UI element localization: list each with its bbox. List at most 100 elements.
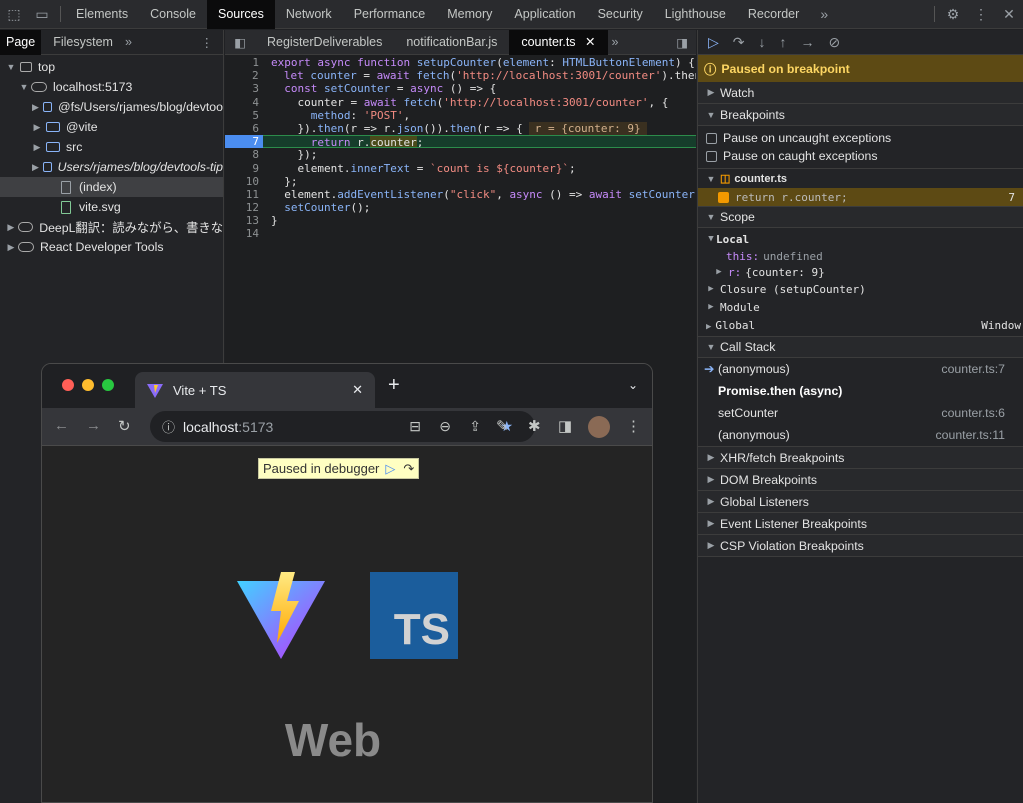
tab-page[interactable]: Page (0, 29, 42, 55)
chevron-right-icon[interactable]: ▶ (32, 102, 39, 113)
tree-item[interactable]: ▶ @fs/Users/rjames/blog/devtoo (0, 97, 223, 117)
section-scope[interactable]: ▼ Scope (698, 206, 1023, 228)
step-into-icon[interactable]: ↓ (759, 34, 766, 50)
device-toolbar-icon[interactable]: ▭ (28, 0, 56, 29)
scope-local[interactable]: ▼ Local (706, 230, 1023, 248)
tab-search-icon[interactable]: ⌄ (628, 378, 638, 392)
toggle-navigator-icon[interactable]: ◧ (225, 35, 255, 50)
chevron-down-icon[interactable]: ▼ (19, 82, 29, 92)
close-icon[interactable]: ✕ (995, 0, 1023, 29)
avatar[interactable] (588, 416, 610, 438)
step-icon[interactable]: → (801, 34, 815, 50)
browser-tab[interactable]: Vite + TS ✕ (135, 372, 375, 408)
chevron-down-icon[interactable]: ▼ (6, 62, 16, 72)
kebab-menu-icon[interactable]: ⋮ (967, 0, 995, 29)
line-number[interactable]: 2 (225, 69, 263, 82)
call-frame[interactable]: ➔ (anonymous) counter.ts:7 (698, 358, 1023, 380)
forward-icon[interactable]: → (86, 417, 101, 434)
tree-item[interactable]: ▶ React Developer Tools (0, 237, 223, 257)
chevron-right-icon[interactable]: ▶ (6, 242, 16, 253)
info-icon[interactable]: ⓘ (162, 417, 175, 436)
resume-icon[interactable]: ▷ (708, 34, 719, 51)
scope-module[interactable]: ▶ Module (706, 298, 1023, 316)
section-global-listeners[interactable]: ▶ Global Listeners (698, 491, 1023, 513)
tab-elements[interactable]: Elements (65, 0, 139, 29)
line-number[interactable]: 10 (225, 175, 263, 188)
translate-icon[interactable]: ⊟ (409, 418, 421, 435)
step-over-icon[interactable]: ↷ (733, 34, 745, 51)
more-tabs-icon[interactable]: » (810, 0, 838, 29)
chevron-right-icon[interactable]: ▶ (32, 122, 42, 133)
line-number[interactable]: 8 (225, 148, 263, 161)
tree-item[interactable]: ▶ @vite (0, 117, 223, 137)
more-tabs-icon[interactable]: » (125, 35, 132, 49)
close-icon[interactable]: ✕ (585, 35, 595, 49)
line-number[interactable]: 5 (225, 109, 263, 122)
close-window-button[interactable] (62, 379, 74, 391)
line-number[interactable]: 14 (225, 227, 263, 240)
line-number[interactable]: 4 (225, 96, 263, 109)
section-watch[interactable]: ▶ Watch (698, 82, 1023, 104)
step-out-icon[interactable]: ↑ (780, 34, 787, 50)
tab-notificationbar[interactable]: notificationBar.js (394, 30, 509, 55)
chevron-right-icon[interactable]: ▶ (32, 142, 42, 153)
line-number[interactable]: 12 (225, 201, 263, 214)
resume-icon[interactable]: ▷ (385, 461, 395, 477)
call-frame[interactable]: Promise.then (async) (698, 380, 1023, 402)
section-call-stack[interactable]: ▼ Call Stack (698, 336, 1023, 358)
tree-item[interactable]: (index) (0, 177, 223, 197)
reload-icon[interactable]: ↻ (118, 417, 131, 435)
kebab-menu-icon[interactable]: ⋮ (626, 417, 641, 435)
inspect-element-icon[interactable]: ⬚ (0, 0, 28, 29)
more-tabs-icon[interactable]: » (612, 35, 619, 49)
kebab-menu-icon[interactable]: ⋮ (201, 35, 214, 50)
chevron-right-icon[interactable]: ▶ (6, 222, 16, 233)
line-number[interactable]: 6 (225, 122, 263, 135)
call-frame[interactable]: setCounter counter.ts:6 (698, 402, 1023, 424)
tab-performance[interactable]: Performance (343, 0, 437, 29)
tree-item[interactable]: ▶ Users/rjames/blog/devtools-tip (0, 157, 223, 177)
section-breakpoints[interactable]: ▼ Breakpoints (698, 104, 1023, 126)
tab-sources[interactable]: Sources (206, 0, 275, 29)
minimize-window-button[interactable] (82, 379, 94, 391)
section-dom-breakpoints[interactable]: ▶ DOM Breakpoints (698, 469, 1023, 491)
tab-network[interactable]: Network (275, 0, 343, 29)
code-editor[interactable]: 1 export async function setupCounter(elem… (225, 56, 696, 241)
address-bar[interactable]: ⓘ localhost:5173 ⊟ ⊖ ⇪ ★ (150, 411, 535, 442)
back-icon[interactable]: ← (54, 417, 69, 434)
section-csp-violation-breakpoints[interactable]: ▶ CSP Violation Breakpoints (698, 535, 1023, 557)
tree-item[interactable]: ▼ top (0, 57, 223, 77)
step-over-icon[interactable]: ↷ (403, 461, 414, 477)
share-icon[interactable]: ⇪ (469, 418, 481, 435)
chevron-right-icon[interactable]: ▶ (32, 162, 39, 173)
scope-closure[interactable]: ▶ Closure (setupCounter) (706, 280, 1023, 298)
scope-this[interactable]: this: undefined (706, 248, 1023, 264)
zoom-out-icon[interactable]: ⊖ (439, 418, 451, 435)
line-number[interactable]: 13 (225, 214, 263, 227)
toggle-debugger-icon[interactable]: ◨ (676, 35, 688, 50)
breakpoint-file-group[interactable]: ▼ ◫ counter.ts (698, 168, 1023, 188)
tab-security[interactable]: Security (587, 0, 654, 29)
pause-uncaught-checkbox[interactable]: Pause on uncaught exceptions (698, 129, 1023, 147)
call-frame[interactable]: (anonymous) counter.ts:11 (698, 424, 1023, 446)
tree-item[interactable]: ▶ src (0, 137, 223, 157)
line-number[interactable]: 1 (225, 56, 263, 69)
tab-application[interactable]: Application (503, 0, 586, 29)
scope-global[interactable]: ▶ Global Window (706, 316, 1023, 334)
checkbox-checked-icon[interactable] (718, 192, 729, 203)
tab-filesystem[interactable]: Filesystem (47, 30, 119, 55)
tab-counter-ts[interactable]: counter.ts ✕ (509, 29, 608, 55)
section-event-listener-breakpoints[interactable]: ▶ Event Listener Breakpoints (698, 513, 1023, 535)
gear-icon[interactable]: ⚙ (939, 0, 967, 29)
new-tab-icon[interactable]: + (388, 374, 400, 397)
scope-r[interactable]: ▶ r: {counter: 9} (706, 264, 1023, 280)
extensions-icon[interactable]: ✱ (528, 417, 541, 435)
deactivate-breakpoints-icon[interactable]: ⊘ (829, 34, 841, 51)
zoom-window-button[interactable] (102, 379, 114, 391)
tab-recorder[interactable]: Recorder (737, 0, 810, 29)
line-number[interactable]: 3 (225, 82, 263, 95)
tab-memory[interactable]: Memory (436, 0, 503, 29)
breakpoint-line-number[interactable]: 7 (225, 135, 263, 149)
tree-item[interactable]: vite.svg (0, 197, 223, 217)
section-xhr-fetch-breakpoints[interactable]: ▶ XHR/fetch Breakpoints (698, 447, 1023, 469)
